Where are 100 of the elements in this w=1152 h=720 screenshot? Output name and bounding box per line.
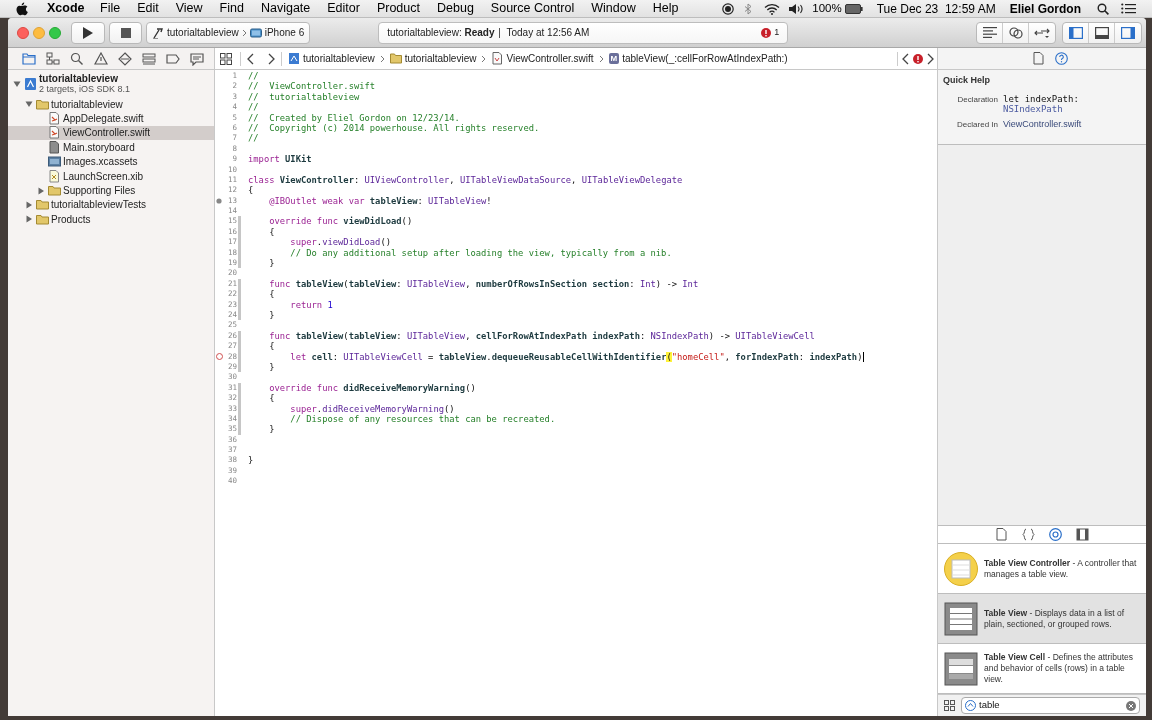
folder-icon [36,198,49,212]
error-icon[interactable] [913,53,923,64]
code-line: { [268,393,275,404]
navigator-label: tutorialtableviewTests [51,198,147,213]
overlapping-circles-icon [1008,26,1023,39]
menu-item[interactable]: Debug [428,0,483,18]
menu-clock[interactable]: Tue Dec 23 12:59 AM [876,0,996,18]
breakpoint-navigator-icon[interactable] [166,51,180,66]
code-line: // Dispose of any resources that can be recreated. [289,413,556,425]
scheme-name: tutorialtableview [167,26,239,40]
disclosure-triangle-icon[interactable] [25,100,33,109]
report-navigator-icon[interactable] [190,51,204,66]
navigator-row[interactable]: Images.xcassets [8,154,214,169]
menu-item[interactable]: Window [582,0,645,18]
field-label: Declared In [956,118,999,130]
library-item-description: Table View - Displays data in a list of plain, sectioned, or grouped rows. [984,607,1125,630]
menu-item[interactable]: File [91,0,129,18]
clear-icon[interactable] [1126,700,1136,711]
menu-item[interactable]: Find [211,0,253,18]
list-icon[interactable] [1121,3,1136,14]
filter-icon [965,700,976,711]
disclosure-triangle-icon[interactable] [25,200,33,209]
menu-item[interactable]: Product [368,0,429,18]
navigator-row[interactable]: Products [8,212,214,227]
declared-in-link[interactable]: ViewController.swift [1003,118,1082,130]
file-inspector-icon[interactable] [1032,52,1045,65]
file-icon [48,169,61,183]
file-library-icon[interactable] [995,528,1008,541]
jump-bar-item[interactable]: tutorialtableview [404,51,477,66]
jump-bar-item[interactable]: tutorialtableview [303,51,375,66]
chevron-right-icon [379,54,385,63]
project-navigator-icon[interactable] [22,51,36,66]
code-line: let cell: UITableViewCell = tableView.dequeueReusableCellWithIdentifier("homeCell", forIndexPath: indexPath) [289,351,863,362]
search-icon[interactable] [1097,2,1109,15]
grid-icon[interactable] [220,52,232,65]
battery-icon[interactable] [844,3,863,14]
project-name: tutorialtableview [39,73,119,84]
menu-item[interactable]: Source Control [482,0,583,18]
back-icon[interactable] [247,52,255,65]
debug-navigator-icon[interactable] [142,51,156,66]
issue-circle-icon[interactable] [215,353,223,361]
bluetooth-icon[interactable] [744,2,753,15]
menu-item[interactable]: Edit [128,0,168,18]
error-icon[interactable] [761,27,772,38]
test-navigator-icon[interactable] [118,51,132,66]
library-item[interactable]: Table View Controller - A controller that manages a table view. [938,544,1146,594]
run-button[interactable] [71,21,105,44]
menu-item[interactable]: View [167,0,212,18]
user-name[interactable]: Eliel Gordon [1009,0,1081,18]
library-item-description: Table View Cell - Defines the attributes and behavior of cells (rows) in a table view. [984,652,1134,685]
issue-navigator-icon[interactable] [94,51,108,66]
outlet-dot-icon[interactable] [216,197,222,204]
code-line: func tableView(tableView: UITableView, cellForRowAtIndexPath indexPath: NSIndexPath) -> UITableViewCell [268,330,815,342]
project-subtitle: 2 targets, iOS SDK 8.1 [39,84,131,95]
library-filter-field[interactable]: table [961,697,1140,714]
help-inspector-icon[interactable] [1055,52,1068,65]
folder-icon [389,52,402,65]
code-line: // [248,71,259,82]
library-item[interactable]: Table View - Displays data in a list of plain, sectioned, or grouped rows. [938,594,1146,644]
navigator-row[interactable]: LaunchScreen.xib [8,168,214,184]
object-library-icon[interactable] [1049,528,1062,541]
snippet-library-icon[interactable] [1022,528,1035,541]
menu-item[interactable]: Help [644,0,687,18]
record-icon[interactable] [722,2,735,15]
menu-item[interactable]: Navigate [252,0,319,18]
navigator-label: LaunchScreen.xib [63,169,144,184]
navigator-row[interactable]: Supporting Files [8,183,214,198]
stop-button[interactable] [109,21,142,44]
jump-bar-item[interactable]: ViewController.swift [506,51,594,66]
navigator-row[interactable]: tutorialtableview [8,97,214,112]
navigator-row[interactable]: AppDelegate.swift [8,111,214,126]
apple-icon[interactable] [16,1,28,16]
previous-issue-icon[interactable] [902,52,909,65]
symbol-navigator-icon[interactable] [46,51,60,66]
code-line: override func viewDidLoad() [268,216,413,227]
navigator-row[interactable]: tutorialtableview 2 targets, iOS SDK 8.1 [8,71,214,97]
next-issue-icon[interactable] [927,52,934,65]
volume-icon[interactable] [788,2,805,15]
jump-bar-item[interactable]: tableView(_:cellForRowAtIndexPath:) [622,51,788,66]
close-button[interactable] [17,26,29,39]
code-line: // ViewController.swift [248,81,376,92]
disclosure-triangle-icon[interactable] [37,186,45,195]
disclosure-triangle-icon[interactable] [13,80,21,88]
grid-view-icon[interactable] [944,700,955,711]
app-menu[interactable]: Xcode [40,0,92,18]
library-item[interactable]: Table View Cell - Defines the attributes and behavior of cells (rows) in a table view. [938,644,1146,694]
wifi-icon[interactable] [764,2,781,15]
issue-count[interactable]: 1 [774,25,780,40]
find-navigator-icon[interactable] [70,51,84,66]
navigator-row[interactable]: Main.storyboard [8,140,214,155]
disclosure-triangle-icon[interactable] [25,215,33,224]
code-line: // [248,133,259,144]
quick-help-title: Quick Help [943,74,991,87]
forward-icon[interactable] [267,52,275,65]
menu-item[interactable]: Editor [318,0,369,18]
code-line: class ViewController: UIViewController, UITableViewDataSource, UITableViewDelegate [248,174,683,186]
scheme-selector[interactable]: tutorialtableview iPhone 6 [146,21,311,44]
media-library-icon[interactable] [1076,528,1089,541]
navigator-row[interactable]: tutorialtableviewTests [8,197,214,213]
navigator-row[interactable]: ViewController.swift [8,125,214,141]
